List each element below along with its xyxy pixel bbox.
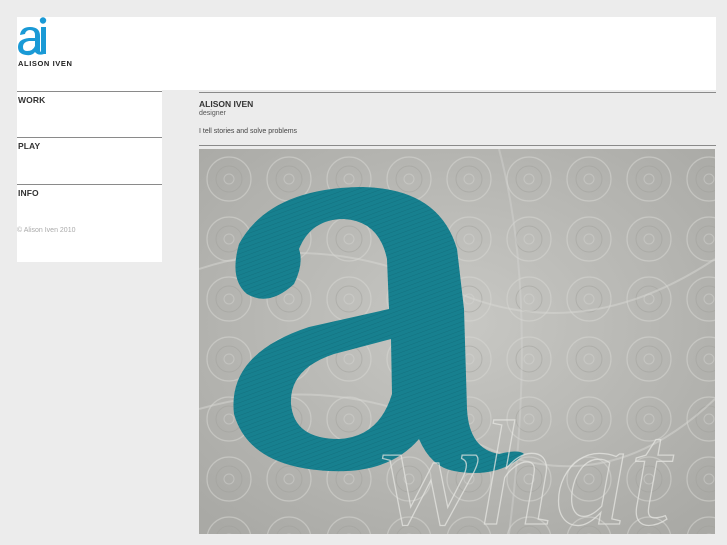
logo-text: ALISON IVEN (18, 59, 73, 68)
nav-item-play-label[interactable]: PLAY (18, 141, 40, 151)
content-mid-divider (199, 145, 716, 146)
profile-name: ALISON IVEN (199, 99, 254, 109)
tagline: I tell stories and solve problems (199, 128, 298, 135)
content-top-divider (199, 92, 716, 93)
logo[interactable]: ALISON IVEN (17, 17, 97, 72)
copyright: © Alison Iven 2010 (17, 227, 76, 234)
header-band (17, 17, 716, 90)
nav-item-info-label[interactable]: INFO (18, 188, 39, 198)
hero-overlay-text: what (379, 391, 674, 534)
sidebar: WORK PLAY INFO © Alison Iven 2010 (17, 90, 162, 262)
hero-image: what (199, 149, 715, 534)
nav-item-work[interactable]: WORK (17, 91, 162, 138)
embroidered-letter-image: what (199, 149, 715, 534)
nav-item-work-label[interactable]: WORK (18, 95, 45, 105)
profile-role: designer (199, 110, 226, 117)
nav-item-info[interactable]: INFO (17, 184, 162, 231)
nav-item-play[interactable]: PLAY (17, 137, 162, 184)
logo-mark-icon (18, 17, 47, 56)
